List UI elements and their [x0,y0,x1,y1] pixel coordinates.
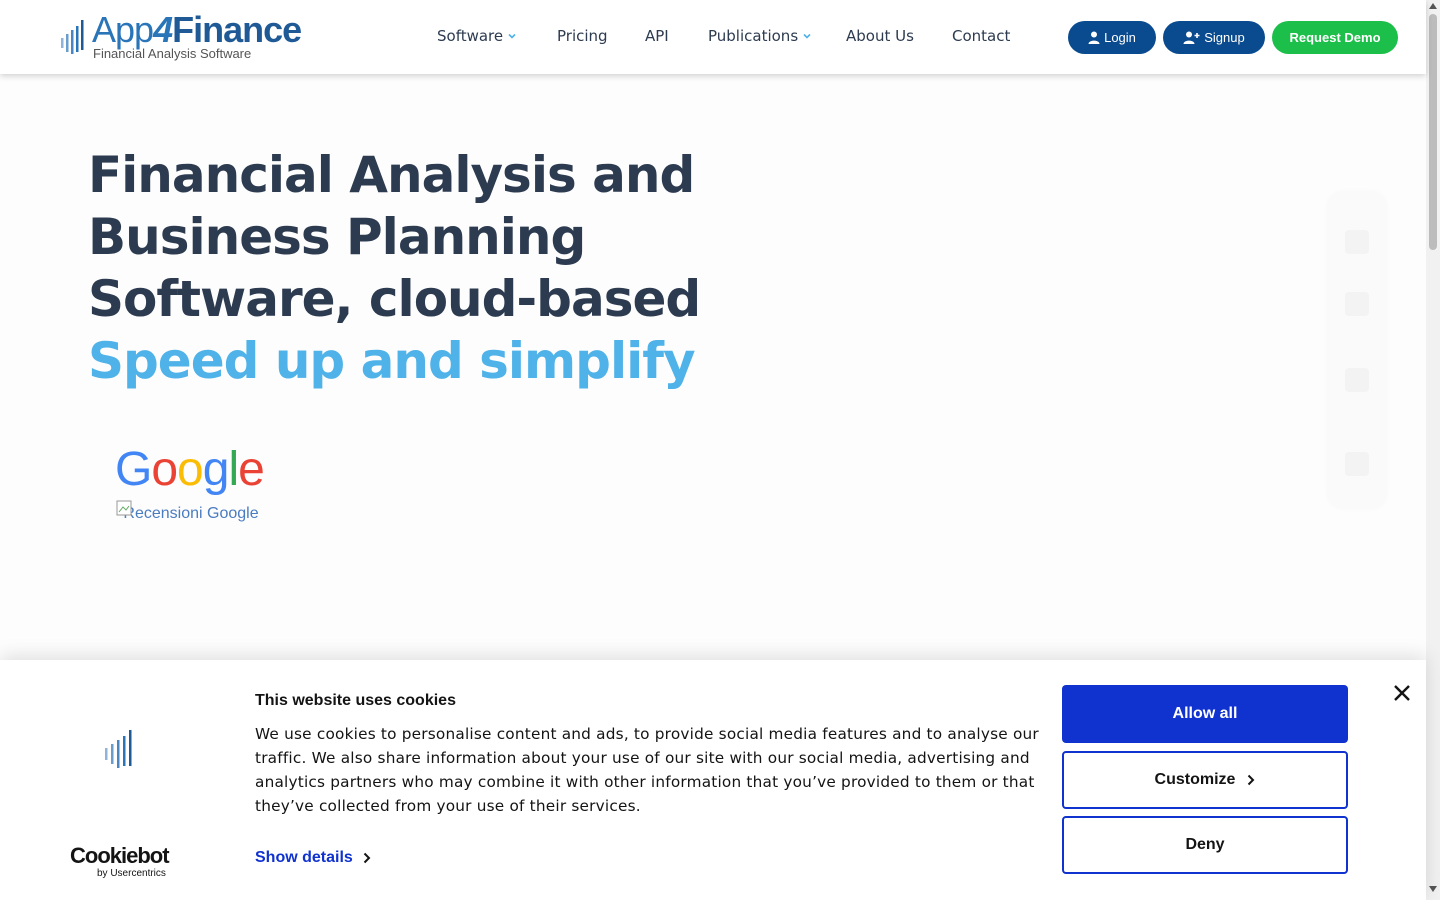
hero-line-3: Software, cloud-based [88,270,701,328]
nav-contact[interactable]: Contact [952,27,1010,45]
logo-bars-icon [61,20,84,54]
broken-image-icon [116,500,132,516]
close-icon[interactable] [1393,684,1411,702]
nav-api-label: API [645,27,669,45]
google-letter-o2: o [177,443,204,496]
nav-about-label: About Us [846,27,914,45]
google-letter-o1: o [151,443,178,496]
logo-tagline: Financial Analysis Software [93,46,252,61]
floating-social-bar [1328,192,1386,508]
google-reviews-alt-text: Recensioni Google [123,505,259,522]
chevron-right-icon [1248,774,1255,786]
request-demo-label: Request Demo [1289,30,1381,45]
customize-label: Customize [1154,771,1236,788]
logo-finance: Finance [172,9,302,50]
signup-label: Signup [1204,30,1245,45]
google-letter-g: G [115,443,152,496]
google-letter-g2: g [202,443,230,496]
cookiebot-wordmark: Cookiebot [70,843,170,868]
scroll-up-arrow-icon[interactable] [1429,3,1437,9]
deny-label: Deny [1185,836,1225,853]
hero-line-1: Financial Analysis and [88,146,695,204]
nav-pricing-label: Pricing [557,27,608,45]
request-demo-button[interactable]: Request Demo [1272,21,1398,54]
chevron-down-icon [803,33,811,39]
cookie-description: We use cookies to personalise content an… [255,725,1039,815]
hero-accent-line: Speed up and simplify [88,332,696,390]
allow-all-button[interactable]: Allow all [1062,685,1348,743]
login-label: Login [1104,30,1136,45]
show-details-label: Show details [255,849,353,866]
nav-software-label: Software [437,27,504,45]
user-icon [1088,31,1100,44]
user-plus-icon [1183,31,1200,44]
nav-software[interactable]: Software [437,27,516,45]
google-logo[interactable]: Google [115,443,265,496]
login-button[interactable]: Login [1068,21,1156,54]
social-icon[interactable] [1345,368,1369,392]
hero-title: Financial Analysis and Business Planning… [88,144,708,392]
nav-pricing[interactable]: Pricing [557,27,608,45]
site-logo-bars-icon [105,730,132,768]
signup-button[interactable]: Signup [1163,21,1265,54]
logo-wordmark: App4Finance [92,9,302,50]
logo-four: 4 [153,9,173,50]
app4finance-logo[interactable]: App4Finance Financial Analysis Software [60,9,340,64]
nav-publications[interactable]: Publications [708,27,811,45]
nav-about-us[interactable]: About Us [846,27,914,45]
page-scrollbar[interactable] [1426,0,1440,900]
show-details-link[interactable]: Show details [255,849,371,867]
cookie-banner: Cookiebot by Usercentrics This website u… [0,660,1426,900]
google-letter-l: l [228,443,239,496]
social-icon[interactable] [1345,452,1369,476]
customize-button[interactable]: Customize [1062,751,1348,809]
cookie-title: This website uses cookies [255,692,456,709]
nav-contact-label: Contact [952,27,1011,45]
nav-publications-label: Publications [708,27,799,45]
hero-line-2: Business Planning [88,208,586,266]
allow-all-label: Allow all [1172,705,1238,722]
site-header: App4Finance Financial Analysis Software … [0,0,1426,74]
scroll-thumb[interactable] [1429,14,1437,250]
chevron-right-icon [363,852,371,864]
logo-app: App [92,9,154,50]
chevron-down-icon [508,33,516,39]
cookiebot-logo[interactable]: Cookiebot by Usercentrics [70,844,180,880]
social-icon[interactable] [1345,230,1369,254]
google-letter-e: e [238,443,265,496]
nav-api[interactable]: API [645,27,669,45]
social-icon[interactable] [1345,292,1369,316]
scroll-down-arrow-icon[interactable] [1429,886,1437,892]
deny-button[interactable]: Deny [1062,816,1348,874]
cookiebot-subtitle: by Usercentrics [97,868,166,879]
google-reviews-image[interactable]: Recensioni Google [116,500,266,550]
